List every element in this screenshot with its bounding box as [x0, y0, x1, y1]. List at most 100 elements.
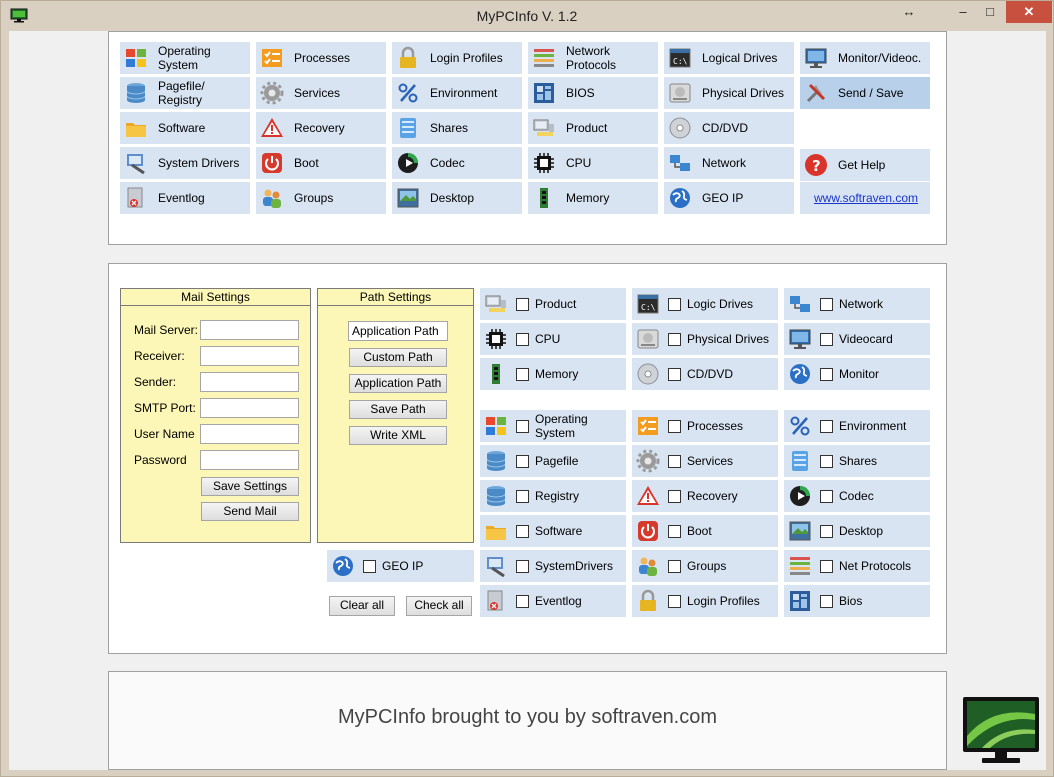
close-button[interactable]: ✕	[1006, 1, 1052, 23]
checkbox[interactable]	[516, 559, 529, 573]
module-button-boot[interactable]: Boot	[256, 147, 386, 179]
module-button-desktop[interactable]: Desktop	[392, 182, 522, 214]
module-button-product[interactable]: Product	[528, 112, 658, 144]
check-all-button[interactable]: Check all	[406, 596, 472, 616]
check-item-pagefile[interactable]: Pagefile	[480, 445, 626, 477]
checkbox[interactable]	[668, 524, 681, 538]
checkbox[interactable]	[820, 419, 833, 433]
module-button-operating-system[interactable]: Operating System	[120, 42, 250, 74]
checkbox[interactable]	[820, 367, 833, 381]
module-button-send-save[interactable]: Send / Save	[800, 77, 930, 109]
check-item-memory[interactable]: Memory	[480, 358, 626, 390]
save-settings-button[interactable]: Save Settings	[201, 477, 299, 496]
check-item-environment[interactable]: Environment	[784, 410, 930, 442]
checkbox[interactable]	[516, 332, 529, 346]
path-button-application-path[interactable]: Application Path	[349, 374, 447, 393]
checkbox[interactable]	[516, 524, 529, 538]
check-item-groups[interactable]: Groups	[632, 550, 778, 582]
module-button-environment[interactable]: Environment	[392, 77, 522, 109]
module-button-network-protocols[interactable]: Network Protocols	[528, 42, 658, 74]
module-button-pagefile-registry[interactable]: Pagefile/ Registry	[120, 77, 250, 109]
maximize-button[interactable]: □	[975, 1, 1005, 23]
resize-icon[interactable]: ↔	[894, 1, 924, 23]
checkbox[interactable]	[668, 454, 681, 468]
path-button-custom-path[interactable]: Custom Path	[349, 348, 447, 367]
module-button-bios[interactable]: BIOS	[528, 77, 658, 109]
checkbox[interactable]	[668, 332, 681, 346]
check-item-systemdrivers[interactable]: SystemDrivers	[480, 550, 626, 582]
module-button-codec[interactable]: Codec	[392, 147, 522, 179]
title-bar[interactable]: MyPCInfo V. 1.2 ↔ – □ ✕	[1, 1, 1053, 31]
module-button-shares[interactable]: Shares	[392, 112, 522, 144]
module-button-groups[interactable]: Groups	[256, 182, 386, 214]
checkbox[interactable]	[516, 454, 529, 468]
module-button-network[interactable]: Network	[664, 147, 794, 179]
send-mail-button[interactable]: Send Mail	[201, 502, 299, 521]
check-item-eventlog[interactable]: Eventlog	[480, 585, 626, 617]
checkbox[interactable]	[668, 594, 681, 608]
module-button-services[interactable]: Services	[256, 77, 386, 109]
checkbox[interactable]	[516, 297, 529, 311]
check-item-network[interactable]: Network	[784, 288, 930, 320]
module-button-login-profiles[interactable]: Login Profiles	[392, 42, 522, 74]
module-button-logical-drives[interactable]: C:\ Logical Drives	[664, 42, 794, 74]
checkbox[interactable]	[516, 594, 529, 608]
mail-field-input-sender[interactable]	[200, 372, 299, 392]
check-item-shares[interactable]: Shares	[784, 445, 930, 477]
check-item-software[interactable]: Software	[480, 515, 626, 547]
checkbox[interactable]	[820, 454, 833, 468]
checkbox[interactable]	[820, 332, 833, 346]
check-item-codec[interactable]: Codec	[784, 480, 930, 512]
module-button-cd-dvd[interactable]: CD/DVD	[664, 112, 794, 144]
check-item-monitor[interactable]: Monitor	[784, 358, 930, 390]
check-item-login-profiles[interactable]: Login Profiles	[632, 585, 778, 617]
checkbox[interactable]	[668, 419, 681, 433]
check-item-bios[interactable]: Bios	[784, 585, 930, 617]
geoip-check-item[interactable]: GEO IP	[327, 550, 474, 582]
clear-all-button[interactable]: Clear all	[329, 596, 395, 616]
check-item-physical-drives[interactable]: Physical Drives	[632, 323, 778, 355]
check-item-boot[interactable]: Boot	[632, 515, 778, 547]
mail-field-input-user-name[interactable]	[200, 424, 299, 444]
check-item-recovery[interactable]: Recovery	[632, 480, 778, 512]
mail-field-input-receiver[interactable]	[200, 346, 299, 366]
module-button-software[interactable]: Software	[120, 112, 250, 144]
checkbox[interactable]	[668, 559, 681, 573]
module-button-physical-drives[interactable]: Physical Drives	[664, 77, 794, 109]
checkbox[interactable]	[668, 489, 681, 503]
path-button-save-path[interactable]: Save Path	[349, 400, 447, 419]
check-item-cd-dvd[interactable]: CD/DVD	[632, 358, 778, 390]
mail-field-input-password[interactable]	[200, 450, 299, 470]
check-item-processes[interactable]: Processes	[632, 410, 778, 442]
path-input[interactable]: Application Path	[348, 321, 448, 341]
module-button-cpu[interactable]: CPU	[528, 147, 658, 179]
check-item-operating-system[interactable]: Operating System	[480, 410, 626, 442]
module-button-recovery[interactable]: Recovery	[256, 112, 386, 144]
module-button-system-drivers[interactable]: System Drivers	[120, 147, 250, 179]
checkbox[interactable]	[668, 367, 681, 381]
check-item-product[interactable]: Product	[480, 288, 626, 320]
path-button-write-xml[interactable]: Write XML	[349, 426, 447, 445]
checkbox[interactable]	[668, 297, 681, 311]
checkbox[interactable]	[820, 489, 833, 503]
module-button-get-help[interactable]: ? Get Help	[800, 149, 930, 181]
checkbox[interactable]	[820, 594, 833, 608]
checkbox[interactable]	[820, 297, 833, 311]
mail-field-input-mail-server[interactable]	[200, 320, 299, 340]
minimize-button[interactable]: –	[948, 1, 978, 23]
module-button-eventlog[interactable]: Eventlog	[120, 182, 250, 214]
check-item-desktop[interactable]: Desktop	[784, 515, 930, 547]
module-button-processes[interactable]: Processes	[256, 42, 386, 74]
module-button-monitor-videoc[interactable]: Monitor/Videoc.	[800, 42, 930, 74]
checkbox[interactable]	[820, 524, 833, 538]
module-button-memory[interactable]: Memory	[528, 182, 658, 214]
module-button-geo-ip[interactable]: GEO IP	[664, 182, 794, 214]
check-item-net-protocols[interactable]: Net Protocols	[784, 550, 930, 582]
website-link[interactable]: www.softraven.com	[800, 182, 930, 214]
mail-field-input-smtp-port[interactable]	[200, 398, 299, 418]
checkbox[interactable]	[516, 489, 529, 503]
checkbox[interactable]	[820, 559, 833, 573]
checkbox[interactable]	[516, 419, 529, 433]
checkbox[interactable]	[516, 367, 529, 381]
check-item-registry[interactable]: Registry	[480, 480, 626, 512]
